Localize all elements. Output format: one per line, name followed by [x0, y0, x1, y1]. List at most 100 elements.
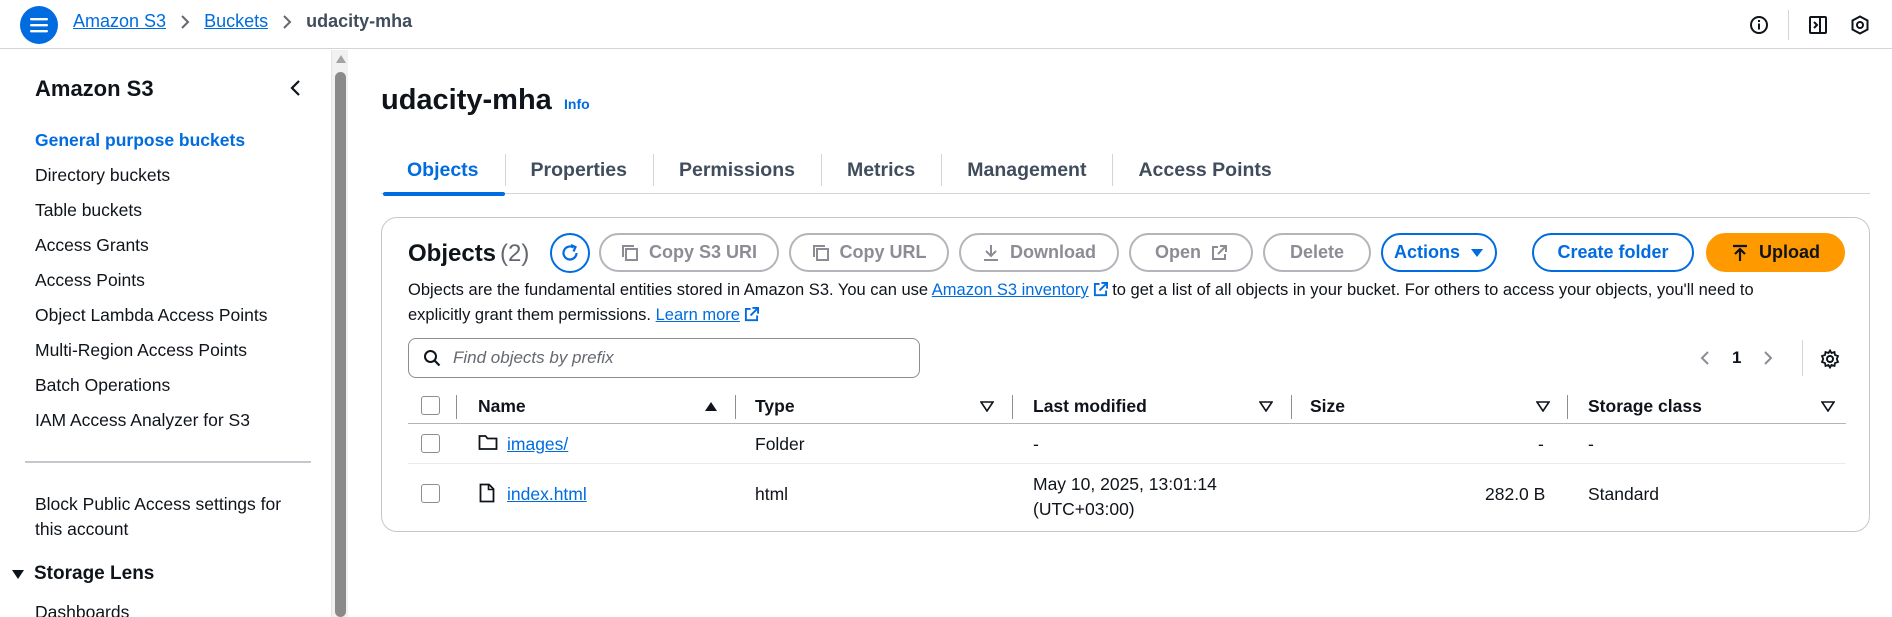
object-name-link[interactable]: images/	[507, 434, 568, 455]
next-page-icon[interactable]	[1757, 347, 1779, 369]
sidebar-item-general-purpose-buckets[interactable]: General purpose buckets	[35, 130, 267, 165]
top-icon-group	[1738, 0, 1892, 49]
sidebar-item-directory-buckets[interactable]: Directory buckets	[35, 165, 267, 200]
column-header-type[interactable]: Type	[755, 396, 795, 417]
object-last-modified: May 10, 2025, 13:01:14 (UTC+03:00)	[1033, 474, 1217, 519]
create-folder-button[interactable]: Create folder	[1532, 233, 1694, 272]
learn-more-link[interactable]: Learn more	[656, 306, 759, 324]
sort-icon[interactable]	[980, 401, 994, 412]
objects-count: (2)	[500, 240, 530, 267]
table-preferences-gear-icon[interactable]	[1818, 347, 1842, 371]
column-header-size[interactable]: Size	[1310, 396, 1345, 417]
sidebar-item-block-public-access[interactable]: Block Public Access settings for this ac…	[35, 492, 295, 542]
breadcrumb: Amazon S3 Buckets udacity-mha	[73, 11, 412, 32]
breadcrumb-link-buckets[interactable]: Buckets	[204, 11, 268, 32]
row-checkbox[interactable]	[421, 484, 440, 503]
column-header-storage-class[interactable]: Storage class	[1588, 396, 1702, 417]
refresh-icon	[562, 243, 578, 261]
column-divider	[735, 395, 736, 419]
object-last-modified: -	[1033, 434, 1039, 454]
tab-metrics[interactable]: Metrics	[820, 146, 941, 194]
sort-ascending-icon[interactable]	[704, 401, 718, 412]
page-title: udacity-mha	[381, 84, 552, 116]
object-type: html	[755, 484, 789, 504]
scroll-thumb[interactable]	[335, 72, 346, 617]
folder-icon	[478, 433, 498, 451]
tab-permissions[interactable]: Permissions	[652, 146, 821, 194]
sidebar-section-storage-lens[interactable]: Storage Lens	[12, 563, 154, 585]
column-header-last-modified[interactable]: Last modified	[1033, 396, 1147, 417]
tab-properties[interactable]: Properties	[504, 146, 653, 194]
refresh-button[interactable]	[550, 233, 590, 273]
chevron-right-icon	[282, 14, 292, 29]
sidebar-item-iam-access-analyzer[interactable]: IAM Access Analyzer for S3	[35, 410, 267, 445]
hamburger-menu-button[interactable]	[20, 6, 58, 44]
sort-icon[interactable]	[1259, 401, 1273, 412]
sidebar-item-table-buckets[interactable]: Table buckets	[35, 200, 267, 235]
external-link-icon	[1211, 244, 1227, 261]
column-divider	[1567, 395, 1568, 419]
column-header-name[interactable]: Name	[478, 396, 526, 417]
column-divider	[456, 395, 457, 419]
notifications-panel-icon[interactable]	[1804, 11, 1832, 39]
table-row: images/ Folder - - -	[408, 424, 1846, 464]
upload-button[interactable]: Upload	[1706, 233, 1845, 272]
download-icon	[982, 244, 1000, 262]
sidebar-item-dashboards[interactable]: Dashboards	[35, 602, 129, 617]
delete-button[interactable]: Delete	[1263, 233, 1371, 272]
page-number[interactable]: 1	[1732, 348, 1741, 368]
copy-url-button[interactable]: Copy URL	[789, 233, 949, 272]
file-icon	[479, 483, 495, 503]
breadcrumb-link-amazon-s3[interactable]: Amazon S3	[73, 11, 166, 32]
collapse-sidebar-button[interactable]	[284, 77, 306, 99]
object-storage-class: Standard	[1588, 484, 1660, 504]
side-navigation: Amazon S3 General purpose buckets Direct…	[0, 50, 331, 617]
sidebar-item-batch-operations[interactable]: Batch Operations	[35, 375, 267, 410]
external-link-icon	[744, 307, 759, 322]
external-link-icon	[1093, 282, 1108, 297]
top-navigation-bar: Amazon S3 Buckets udacity-mha	[0, 0, 1892, 49]
objects-description: Objects are the fundamental entities sto…	[408, 281, 1754, 324]
settings-badge-icon[interactable]	[1846, 11, 1874, 39]
sidebar-title: Amazon S3	[35, 76, 154, 101]
search-box[interactable]	[408, 338, 920, 378]
tab-objects[interactable]: Objects	[381, 146, 505, 196]
object-name-link[interactable]: index.html	[507, 484, 587, 505]
sidebar-scrollbar[interactable]	[331, 50, 348, 617]
open-button[interactable]: Open	[1129, 233, 1253, 272]
sort-icon[interactable]	[1536, 401, 1550, 412]
scroll-up-arrow-icon[interactable]	[336, 55, 346, 63]
sidebar-section-label: Storage Lens	[34, 563, 155, 584]
objects-panel: Objects (2) Copy S3 URI Copy URL Download…	[381, 217, 1870, 532]
caret-down-icon	[1470, 248, 1484, 258]
objects-title: Objects	[408, 240, 497, 267]
copy-s3-uri-button[interactable]: Copy S3 URI	[599, 233, 779, 272]
actions-dropdown-button[interactable]: Actions	[1381, 233, 1497, 272]
sort-icon[interactable]	[1821, 401, 1835, 412]
search-input[interactable]	[453, 348, 893, 368]
pagination: 1	[1694, 343, 1779, 373]
sidebar-item-multi-region-access-points[interactable]: Multi-Region Access Points	[35, 340, 267, 375]
s3-inventory-link[interactable]: Amazon S3 inventory	[932, 281, 1108, 299]
sidebar-item-object-lambda-access-points[interactable]: Object Lambda Access Points	[35, 305, 267, 340]
breadcrumb-current: udacity-mha	[306, 11, 413, 31]
menu-icon	[30, 18, 48, 33]
table-row: index.html html May 10, 2025, 13:01:14 (…	[408, 464, 1846, 523]
row-checkbox[interactable]	[421, 434, 440, 453]
copy-icon	[812, 244, 830, 262]
info-link[interactable]: Info	[564, 96, 590, 112]
column-divider	[1291, 395, 1292, 419]
previous-page-icon[interactable]	[1694, 347, 1716, 369]
sidebar-item-access-grants[interactable]: Access Grants	[35, 235, 267, 270]
info-circle-icon[interactable]	[1745, 11, 1773, 39]
select-all-checkbox[interactable]	[421, 396, 440, 415]
divider	[1802, 340, 1803, 376]
sidebar-item-access-points[interactable]: Access Points	[35, 270, 267, 305]
upload-icon	[1731, 244, 1749, 262]
download-button[interactable]: Download	[959, 233, 1119, 272]
tab-access-points[interactable]: Access Points	[1112, 146, 1297, 194]
caret-down-icon	[12, 569, 24, 579]
chevron-left-icon	[290, 80, 300, 96]
tab-management[interactable]: Management	[941, 146, 1112, 194]
sidebar-nav-list: General purpose buckets Directory bucket…	[35, 130, 267, 445]
